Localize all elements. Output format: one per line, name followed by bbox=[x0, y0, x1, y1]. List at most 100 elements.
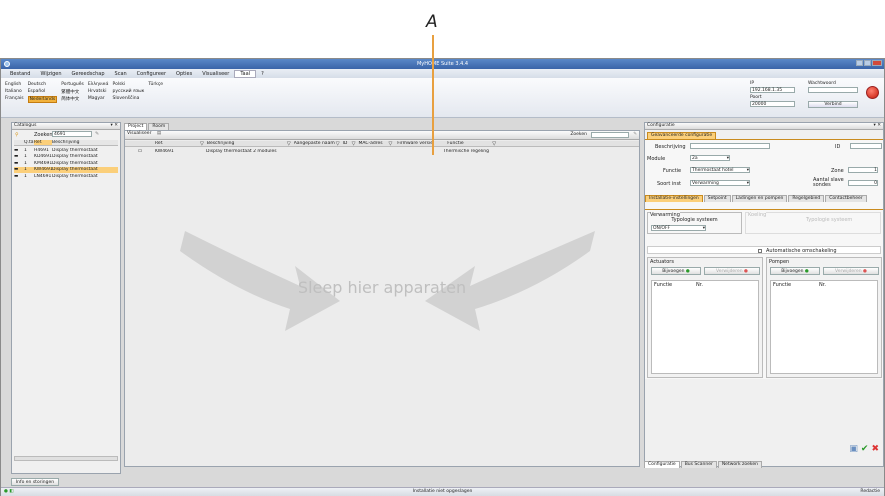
info-storingen-button[interactable]: Info en storingen bbox=[11, 478, 59, 486]
project-search-input[interactable] bbox=[591, 132, 629, 138]
functie-select[interactable]: Thermostaat hotel ▾ bbox=[690, 167, 750, 173]
menu-configureer[interactable]: Configureer bbox=[132, 71, 171, 77]
list-item[interactable]: ▬ 1 KD4691 Display thermostaat bbox=[14, 154, 118, 160]
list-item[interactable]: ▬ 1 LN4691 Display thermostaat bbox=[14, 173, 118, 179]
language-option[interactable]: Polski bbox=[113, 82, 145, 87]
col-ref[interactable]: Ref. bbox=[34, 140, 52, 145]
tab-installatie[interactable]: Installatie-instellingen bbox=[645, 195, 703, 202]
language-option[interactable]: Français bbox=[5, 96, 24, 103]
confirm-icon[interactable]: ✔ bbox=[861, 444, 869, 454]
maximize-button[interactable] bbox=[864, 60, 871, 66]
add-actuator-button[interactable]: Bijvoegen ● bbox=[651, 267, 701, 275]
cooling-label: Koeling bbox=[748, 212, 767, 218]
language-option[interactable]: Hrvatski bbox=[88, 89, 109, 95]
menu-bestand[interactable]: Bestand bbox=[5, 71, 35, 77]
language-option[interactable]: 简体中文 bbox=[61, 96, 84, 103]
language-option[interactable]: русский язык bbox=[113, 89, 145, 95]
project-column-headers: Ref. ▽ Beschrijving ▽ Aangepaste naam ▽ ID ▽… bbox=[125, 141, 639, 147]
col-beschrijving[interactable]: Beschrijving bbox=[207, 141, 287, 146]
col-firmware[interactable]: Firmware versie bbox=[397, 141, 442, 146]
pin-icon[interactable]: ▾ ✕ bbox=[874, 123, 881, 129]
language-option[interactable]: Nederlands bbox=[27, 96, 58, 103]
language-option[interactable]: Português bbox=[61, 82, 84, 87]
language-option[interactable]: Magyar bbox=[88, 96, 109, 103]
id-field[interactable] bbox=[850, 143, 882, 149]
col-functie[interactable]: Functie bbox=[447, 141, 492, 146]
list-item[interactable]: ▬ 1 H4691 Display thermostaat bbox=[14, 147, 118, 153]
menu-bar: Bestand Wijzigen Gereedschap Scan Config… bbox=[1, 69, 884, 78]
project-clear-icon[interactable]: ✎ bbox=[633, 132, 637, 138]
catalog-panel: Catalogus ▾ ✕ ⚲ Zoeken 4691 ✎ Q.tà Ref. B… bbox=[11, 122, 121, 474]
language-option[interactable]: Slovenščina bbox=[113, 96, 145, 103]
filter-icon[interactable]: ▽ bbox=[200, 141, 204, 147]
zone-stepper[interactable]: 1 bbox=[848, 167, 878, 173]
close-button[interactable] bbox=[872, 60, 882, 66]
filter-icon[interactable]: ▽ bbox=[388, 141, 392, 147]
module-select[interactable]: 2a ▾ bbox=[690, 155, 730, 161]
tab-network-zoeken[interactable]: Network zoeken bbox=[717, 461, 762, 468]
slave-stepper[interactable]: 0 bbox=[848, 180, 878, 186]
col-ref-project[interactable]: Ref. bbox=[155, 141, 200, 146]
copy-icon[interactable]: ▣ bbox=[849, 444, 858, 454]
col-desc[interactable]: Beschrijving bbox=[52, 140, 118, 145]
soort-select[interactable]: Verwarming ▾ bbox=[690, 180, 750, 186]
catalog-search-input[interactable]: 4691 bbox=[52, 131, 92, 137]
record-icon[interactable] bbox=[866, 86, 879, 99]
drop-hint[interactable]: Sleep hier apparaten bbox=[125, 278, 639, 297]
filter-icon[interactable]: ▽ bbox=[287, 141, 291, 147]
remove-pump-button[interactable]: Verwijderen ● bbox=[823, 267, 879, 275]
list-item[interactable]: ▬ 1 KM4691 Display thermostaat bbox=[14, 160, 118, 166]
tab-project[interactable]: Project bbox=[124, 123, 148, 130]
port-field[interactable]: 20000 bbox=[750, 101, 795, 107]
filter-icon[interactable]: ▽ bbox=[336, 141, 340, 147]
col-qty[interactable]: Q.tà bbox=[24, 140, 34, 145]
language-option[interactable]: Italiano bbox=[5, 89, 24, 95]
menu-visualiseer[interactable]: Visualiseer bbox=[197, 71, 234, 77]
connect-button[interactable]: Verbind bbox=[808, 101, 858, 108]
tab-setpoint[interactable]: Setpoint bbox=[703, 195, 731, 202]
beschrijving-field[interactable] bbox=[690, 143, 770, 149]
ip-field[interactable]: 192.168.1.35 bbox=[750, 87, 795, 93]
minimize-button[interactable] bbox=[856, 60, 863, 66]
password-field[interactable] bbox=[808, 87, 858, 93]
menu-taal[interactable]: Taal bbox=[234, 69, 257, 78]
tab-advanced-config[interactable]: Geavanceerde configuratie bbox=[647, 132, 717, 139]
catalog-hscrollbar[interactable] bbox=[14, 456, 118, 461]
typology-select[interactable]: ON/OFF ▾ bbox=[651, 225, 706, 231]
tab-bus-scanner[interactable]: Bus Scanner bbox=[680, 461, 717, 468]
tab-configuratie[interactable]: Configuratie bbox=[644, 461, 680, 468]
menu-gereedschap[interactable]: Gereedschap bbox=[67, 71, 110, 77]
grid-view-icon[interactable]: ▤ bbox=[157, 131, 161, 136]
tab-ladingen[interactable]: Ladingen en pompen bbox=[731, 195, 788, 202]
remove-actuator-button[interactable]: Verwijderen ● bbox=[704, 267, 760, 275]
tab-room[interactable]: Room bbox=[148, 123, 170, 130]
actuators-list[interactable]: Functie Nr. bbox=[651, 280, 759, 374]
filter-icon[interactable]: ▽ bbox=[352, 141, 356, 147]
list-item[interactable]: ▬ 1 KW4691 Display thermostaat bbox=[14, 166, 118, 173]
auto-switch-checkbox[interactable] bbox=[758, 248, 762, 254]
cancel-icon[interactable]: ✖ bbox=[871, 444, 879, 454]
pin-icon[interactable]: ▾ ✕ bbox=[111, 123, 118, 129]
language-option[interactable]: Türkçe bbox=[148, 82, 163, 87]
col-nr-pump: Nr. bbox=[819, 282, 826, 288]
add-pump-button[interactable]: Bijvoegen ● bbox=[770, 267, 820, 275]
language-option[interactable]: English bbox=[5, 82, 24, 87]
menu-wijzigen[interactable]: Wijzigen bbox=[35, 71, 66, 77]
menu-scan[interactable]: Scan bbox=[110, 71, 132, 77]
auto-switch-label: Automatische omschakeling bbox=[766, 248, 837, 254]
col-mac[interactable]: MAC-adres bbox=[358, 141, 388, 146]
clear-search-icon[interactable]: ✎ bbox=[95, 131, 99, 137]
language-option[interactable]: Ελληνικά bbox=[88, 82, 109, 87]
language-option[interactable]: 繁體中文 bbox=[61, 89, 84, 95]
col-aangepaste-naam[interactable]: Aangepaste naam bbox=[294, 141, 336, 146]
col-id[interactable]: ID bbox=[343, 141, 352, 146]
pumps-list[interactable]: Functie Nr. bbox=[770, 280, 878, 374]
tab-regelgebied[interactable]: Regelgebied bbox=[788, 195, 825, 202]
language-option[interactable]: Español bbox=[28, 89, 58, 95]
tab-contactbeheer[interactable]: Contactbeheer bbox=[825, 195, 867, 202]
filter-icon[interactable]: ▽ bbox=[492, 141, 496, 147]
menu-help[interactable]: ? bbox=[256, 71, 269, 77]
menu-opties[interactable]: Opties bbox=[171, 71, 197, 77]
language-option[interactable]: Deutsch bbox=[28, 82, 58, 87]
table-row[interactable]: ▭ KW4691 Display thermostaat 2 modules Ther… bbox=[125, 148, 639, 154]
